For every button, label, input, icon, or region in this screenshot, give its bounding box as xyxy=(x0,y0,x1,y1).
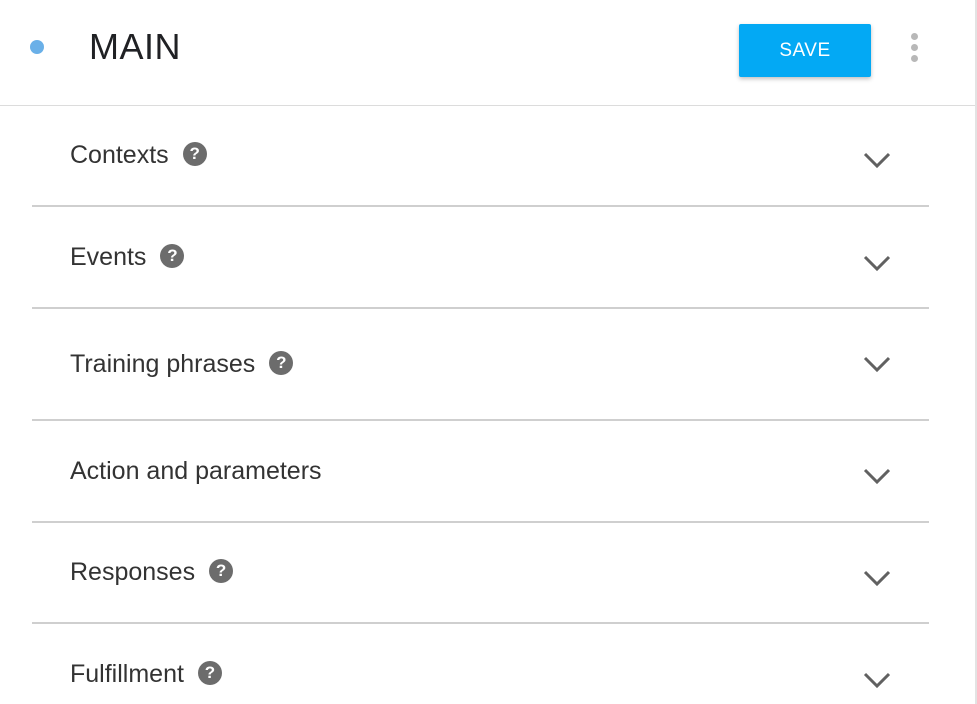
help-circle-icon[interactable]: ? xyxy=(182,141,207,166)
section-training-phrases[interactable]: Training phrases? xyxy=(32,309,929,421)
section-label-text: Training phrases xyxy=(70,350,256,378)
section-label-text: Fulfillment xyxy=(70,660,184,688)
chevron-down-icon[interactable] xyxy=(862,254,892,272)
chevron-down-icon[interactable] xyxy=(862,671,892,689)
save-button[interactable]: SAVE xyxy=(739,24,871,77)
section-fulfillment[interactable]: Fulfillment? xyxy=(32,624,929,704)
chevron-down-icon[interactable] xyxy=(862,467,892,485)
section-label: Action and parameters xyxy=(70,456,322,486)
intent-header: MAIN SAVE xyxy=(0,0,975,106)
section-label-text: Responses xyxy=(70,558,196,586)
help-circle-icon[interactable]: ? xyxy=(209,558,234,583)
section-label: Contexts? xyxy=(70,140,207,170)
chevron-down-icon[interactable] xyxy=(862,151,892,169)
section-label: Events? xyxy=(70,242,185,272)
status-dot-icon xyxy=(30,40,44,54)
section-label-text: Events xyxy=(70,243,147,271)
chevron-down-icon[interactable] xyxy=(862,355,892,373)
chevron-down-icon[interactable] xyxy=(862,569,892,587)
help-circle-icon[interactable]: ? xyxy=(269,350,294,375)
help-circle-icon[interactable]: ? xyxy=(197,660,222,685)
intent-editor: MAIN SAVE Contexts? Events? Training phr… xyxy=(0,0,977,704)
section-label: Responses? xyxy=(70,557,234,587)
section-responses[interactable]: Responses? xyxy=(32,523,929,624)
section-action-and-parameters[interactable]: Action and parameters xyxy=(32,421,929,523)
section-label-text: Contexts xyxy=(70,141,169,169)
help-circle-icon[interactable]: ? xyxy=(160,243,185,268)
more-vert-icon[interactable] xyxy=(904,30,926,64)
section-label-text: Action and parameters xyxy=(70,457,322,485)
section-label: Training phrases? xyxy=(70,349,294,379)
section-contexts[interactable]: Contexts? xyxy=(32,106,929,207)
intent-title: MAIN xyxy=(89,26,181,67)
section-label: Fulfillment? xyxy=(70,659,222,689)
section-events[interactable]: Events? xyxy=(32,207,929,309)
